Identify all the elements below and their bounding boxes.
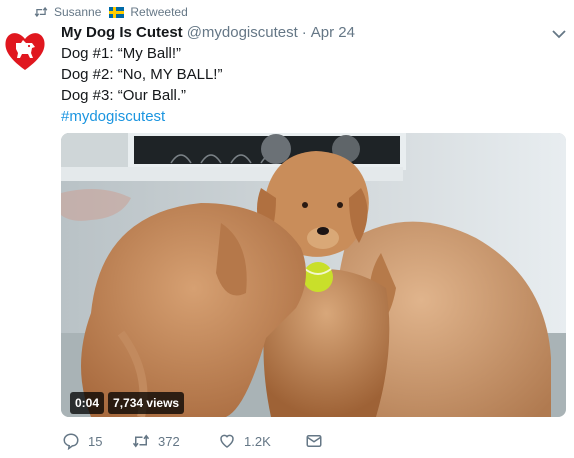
retweeter-name[interactable]: Susanne	[54, 5, 101, 19]
display-name[interactable]: My Dog Is Cutest	[61, 23, 183, 43]
retweet-context[interactable]: Susanne Retweeted	[34, 4, 188, 20]
retweet-icon	[34, 6, 48, 18]
separator-dot: ·	[301, 24, 307, 41]
reply-button[interactable]: 15	[62, 432, 132, 450]
like-button[interactable]: 1.2K	[218, 432, 305, 450]
hashtag-link[interactable]: #mydogiscutest	[61, 106, 222, 127]
tweet-line: Dog #3: “Our Ball.”	[61, 87, 187, 104]
retweet-count: 372	[158, 433, 180, 449]
video-views: 7,734 views	[108, 392, 185, 414]
reply-icon	[63, 433, 79, 450]
tweet-actions: 15 372 1.2K	[62, 430, 353, 452]
video-duration: 0:04	[70, 392, 105, 414]
sweden-flag-icon	[109, 6, 125, 18]
retweeted-label: Retweeted	[130, 5, 188, 19]
tweet-text: Dog #1: “My Ball!” Dog #2: “No, MY BALL!…	[61, 43, 222, 127]
tweet-header: My Dog Is Cutest @mydogiscutest · Apr 24	[61, 23, 355, 43]
retweet-icon	[132, 434, 150, 448]
tweet-date[interactable]: Apr 24	[311, 23, 355, 43]
user-handle[interactable]: @mydogiscutest	[187, 23, 298, 43]
avatar[interactable]	[3, 29, 47, 73]
tweet-line: Dog #1: “My Ball!”	[61, 45, 182, 62]
heart-icon	[220, 434, 234, 448]
video-thumbnail	[61, 133, 566, 417]
like-count: 1.2K	[244, 433, 271, 449]
direct-message-button[interactable]	[305, 432, 323, 450]
reply-count: 15	[88, 433, 103, 449]
tweet-line: Dog #2: “No, MY BALL!”	[61, 66, 223, 83]
chevron-down-icon[interactable]	[552, 29, 566, 39]
video-badges: 0:04 7,734 views	[70, 392, 185, 414]
envelope-icon	[306, 435, 322, 447]
video-player[interactable]	[61, 133, 566, 417]
retweet-button[interactable]: 372	[132, 432, 218, 450]
